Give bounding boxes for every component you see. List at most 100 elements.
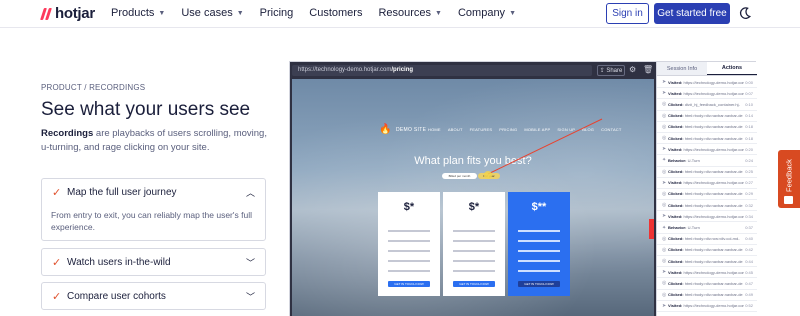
- event-kind: Clicked:: [668, 113, 684, 119]
- event-text: Clicked: html>body>div.navbar.navbar-de: [668, 281, 744, 286]
- event-time: 0:29: [745, 191, 753, 197]
- menu-item-label: Pricing: [259, 7, 294, 19]
- event-row[interactable]: ➤ Visited: https://technology-demo.hotjar…: [657, 88, 757, 100]
- event-kind: Visited:: [668, 79, 683, 85]
- event-row[interactable]: ➤ Visited: https://technology-demo.hotjar…: [657, 77, 757, 89]
- event-time: 0:25: [745, 169, 753, 175]
- event-text: Clicked: html>body>div.navbar.navbar-de: [668, 292, 744, 297]
- accordion-item-map-journey: ✓ Map the full user journey ︿ From entry…: [41, 178, 266, 241]
- moon-icon[interactable]: [738, 6, 752, 20]
- mouse-trail: [484, 118, 603, 179]
- event-row[interactable]: ◎ Clicked: html>body>div.navbar.navbar-de…: [657, 133, 757, 145]
- feedback-tab[interactable]: Feedback: [778, 150, 800, 208]
- event-row[interactable]: ◎ Clicked: html>body>div.navbar.navbar-de…: [657, 122, 757, 133]
- event-row[interactable]: ◎ Clicked: html>body>div.navbar.navbar-de…: [657, 189, 757, 201]
- event-row[interactable]: ◎ Clicked: html>body>div.navbar.navbar-de…: [657, 200, 757, 212]
- event-kind: Clicked:: [668, 191, 684, 197]
- event-detail: U-Turn: [687, 225, 700, 231]
- event-time: 0:24: [745, 157, 753, 163]
- event-detail: html>body>div.navbar.navbar-de: [684, 191, 743, 197]
- feedback-label: Feedback: [784, 159, 794, 193]
- hotjar-logo[interactable]: hotjar: [40, 5, 95, 22]
- event-row[interactable]: ➤ Visited: https://technology-demo.hotjar…: [657, 267, 757, 279]
- accordion-item-compare-cohorts: ✓ Compare user cohorts ﹀: [41, 282, 266, 310]
- settings-icon[interactable]: ⚙: [629, 65, 636, 74]
- event-time: 0:42: [745, 247, 753, 253]
- menu-item-use-cases[interactable]: Use cases ▼: [181, 7, 243, 19]
- event-kind: Visited:: [668, 303, 683, 309]
- menu-item-resources[interactable]: Resources ▼: [378, 7, 442, 19]
- event-detail: https://technology-demo.hotjar.com/: [683, 146, 745, 152]
- accordion-header[interactable]: ✓ Map the full user journey ︿: [42, 179, 265, 205]
- event-detail: html>body>div.navbar.navbar-de: [684, 135, 743, 141]
- share-button[interactable]: ⇪ Share: [597, 65, 625, 76]
- event-detail: div#_hj_feedback_container.hj-: [684, 101, 740, 107]
- tab-session-info[interactable]: Session Info: [657, 62, 707, 75]
- menu-item-company[interactable]: Company ▼: [458, 7, 516, 19]
- event-detail: html>body>div.navbar.navbar-de: [684, 258, 743, 264]
- menu-item-label: Use cases: [181, 7, 233, 19]
- chevron-down-icon: ﹀: [245, 257, 255, 268]
- breadcrumb: PRODUCT / RECORDINGS: [41, 83, 146, 92]
- event-time: 0:20: [745, 146, 753, 152]
- event-row[interactable]: ◎ Clicked: html>body>div.navbar.navbar-de…: [657, 278, 757, 290]
- top-nav: hotjar Products ▼ Use cases ▼ Pricing Cust…: [0, 0, 800, 28]
- event-time: 0:07: [745, 90, 753, 96]
- event-row[interactable]: ➤ Visited: https://technology-demo.hotjar…: [657, 211, 757, 223]
- event-kind: Visited:: [668, 269, 683, 275]
- event-row[interactable]: ◎ Clicked: html>body>div.navbar.navbar-de…: [657, 167, 757, 178]
- accordion-header[interactable]: ✓ Watch users in-the-wild ﹀: [42, 249, 265, 275]
- event-text: Clicked: html>body>div.navbar.navbar-de: [668, 124, 744, 129]
- menu-item-products[interactable]: Products ▼: [111, 7, 165, 19]
- recorded-site: 🔥 DEMO SITE HOME ABOUT FEATURES PRICING …: [292, 79, 654, 316]
- event-row[interactable]: ✦ Behavior: U-Turn 0:37: [657, 222, 757, 234]
- event-text: Clicked: html>body>div.navbar.navbar-de: [668, 191, 744, 196]
- event-detail: html>body>div.navbar.navbar-de: [684, 169, 743, 175]
- event-detail: https://technology-demo.hotjar.com/: [683, 303, 745, 309]
- menu-item-label: Resources: [378, 7, 432, 19]
- event-row[interactable]: ◎ Clicked: html>body>div.navbar.navbar-de…: [657, 245, 757, 256]
- event-time: 0:00: [745, 79, 753, 85]
- accordion-header[interactable]: ✓ Compare user cohorts ﹀: [42, 283, 265, 309]
- description-strong: Recordings: [41, 128, 94, 139]
- event-detail: https://technology-demo.hotjar.com/: [683, 79, 745, 85]
- accordion-title: Watch users in-the-wild: [67, 256, 171, 268]
- event-row[interactable]: ✦ Behavior: U-Turn 0:24: [657, 155, 757, 167]
- sign-in-button[interactable]: Sign in: [606, 3, 649, 24]
- event-detail: html>body>div.navbar.navbar-de: [684, 292, 743, 298]
- event-row[interactable]: ◎ Clicked: div#_hj_feedback_container.hj-…: [657, 99, 757, 111]
- url-prefix: https://technology-demo.hotjar.com: [298, 67, 392, 73]
- event-text: Clicked: html>body>div.navbar.navbar-de: [668, 113, 744, 118]
- session-tabs: Session Info Actions: [657, 62, 757, 76]
- event-kind: Clicked:: [668, 169, 684, 175]
- event-detail: https://technology-demo.hotjar.com/: [683, 213, 745, 219]
- recording-viewport: https://technology-demo.hotjar.com/prici…: [290, 62, 656, 316]
- menu-item-customers[interactable]: Customers: [309, 7, 362, 19]
- event-row[interactable]: ◎ Clicked: html>body>div.row>div.col-md- 0…: [657, 234, 757, 245]
- event-row[interactable]: ➤ Visited: https://technology-demo.hotjar…: [657, 301, 757, 312]
- event-row[interactable]: ➤ Visited: https://technology-demo.hotjar…: [657, 144, 757, 156]
- menu-item-pricing[interactable]: Pricing: [260, 7, 294, 19]
- event-row[interactable]: ◎ Clicked: html>body>div.navbar.navbar-de…: [657, 111, 757, 122]
- trash-icon[interactable]: 🗑: [643, 65, 653, 74]
- event-time: 0:52: [745, 303, 753, 309]
- event-kind: Clicked:: [668, 292, 684, 298]
- check-icon: ✓: [52, 186, 62, 199]
- event-row[interactable]: ◎ Clicked: html>body>div.navbar.navbar-de…: [657, 290, 757, 301]
- event-detail: U-Turn: [687, 157, 700, 163]
- tab-actions[interactable]: Actions: [707, 62, 757, 75]
- event-time: 0:47: [745, 280, 753, 286]
- accordion-title: Map the full user journey: [67, 186, 177, 198]
- get-started-button[interactable]: Get started free: [654, 3, 730, 24]
- event-text: Clicked: html>body>div.row>div.col-md-: [668, 236, 744, 241]
- chevron-down-icon: ﹀: [245, 291, 255, 302]
- event-detail: html>body>div.row>div.col-md-: [684, 236, 740, 242]
- event-text: Visited: https://technology-demo.hotjar.…: [668, 147, 744, 152]
- event-text: Visited: https://technology-demo.hotjar.…: [668, 214, 744, 219]
- mini-feedback-tab: [649, 219, 654, 239]
- event-text: Clicked: html>body>div.navbar.navbar-de: [668, 203, 744, 208]
- event-row[interactable]: ➤ Visited: https://technology-demo.hotjar…: [657, 178, 757, 189]
- event-detail: html>body>div.navbar.navbar-de: [684, 247, 743, 253]
- url-bar: https://technology-demo.hotjar.com/prici…: [292, 65, 592, 76]
- event-row[interactable]: ◎ Clicked: html>body>div.navbar.navbar-de…: [657, 256, 757, 268]
